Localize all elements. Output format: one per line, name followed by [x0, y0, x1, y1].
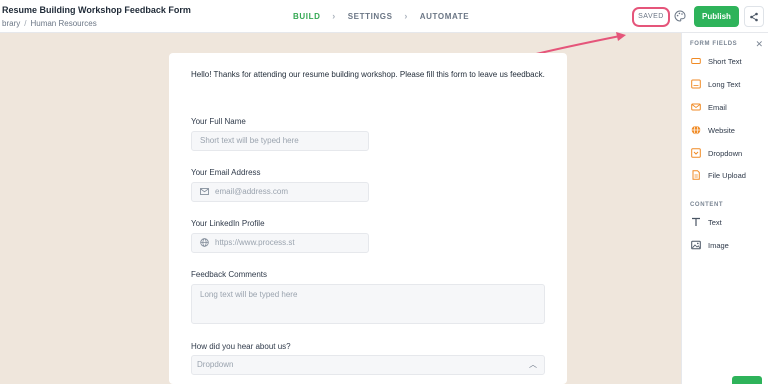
- linkedin-input[interactable]: https://www.process.st: [191, 233, 369, 253]
- workflow-steps: BUILD › SETTINGS › AUTOMATE: [293, 11, 469, 21]
- feedback-placeholder: Long text will be typed here: [200, 290, 298, 299]
- help-button[interactable]: [732, 376, 762, 384]
- full-name-input[interactable]: Short text will be typed here: [191, 131, 369, 151]
- close-icon[interactable]: ✕: [755, 39, 763, 50]
- step-settings[interactable]: SETTINGS: [348, 12, 393, 21]
- field-label-email: Your Email Address: [191, 168, 261, 177]
- breadcrumb-separator: /: [24, 19, 27, 28]
- panel-item-label: Short Text: [708, 56, 742, 66]
- panel-item-label: Text: [708, 217, 722, 227]
- panel-item-website[interactable]: Website: [691, 123, 735, 137]
- breadcrumb: brary / Human Resources: [2, 19, 97, 28]
- step-automate[interactable]: AUTOMATE: [420, 12, 469, 21]
- form-fields-heading: FORM FIELDS: [690, 41, 738, 47]
- panel-item-text[interactable]: Text: [691, 215, 722, 229]
- long-text-icon: [691, 79, 701, 89]
- panel-item-short-text[interactable]: Short Text: [691, 54, 742, 68]
- content-heading: CONTENT: [690, 202, 724, 208]
- linkedin-placeholder: https://www.process.st: [215, 238, 295, 247]
- image-icon: [691, 240, 701, 250]
- breadcrumb-library[interactable]: brary: [2, 19, 20, 28]
- panel-item-label: Image: [708, 240, 729, 250]
- hear-about-dropdown[interactable]: Dropdown ︿: [191, 355, 545, 375]
- full-name-placeholder: Short text will be typed here: [200, 136, 299, 145]
- field-label-feedback: Feedback Comments: [191, 270, 268, 279]
- panel-item-image[interactable]: Image: [691, 238, 729, 252]
- panel-item-label: Website: [708, 125, 735, 135]
- email-icon: [691, 103, 701, 111]
- saved-status-badge: SAVED: [632, 7, 670, 27]
- publish-button[interactable]: Publish: [694, 6, 739, 27]
- dropdown-icon: [691, 148, 701, 158]
- form-title: Resume Building Workshop Feedback Form: [2, 5, 191, 15]
- panel-item-label: Dropdown: [708, 148, 743, 158]
- form-intro-text: Hello! Thanks for attending our resume b…: [191, 70, 545, 79]
- fields-panel: FORM FIELDS ✕ Short Text Long Text Email…: [681, 33, 768, 384]
- feedback-textarea[interactable]: Long text will be typed here: [191, 284, 545, 324]
- globe-icon: [200, 238, 209, 248]
- panel-item-label: Long Text: [708, 79, 741, 89]
- share-icon: [750, 12, 758, 21]
- field-label-linkedin: Your LinkedIn Profile: [191, 219, 265, 228]
- email-placeholder: email@address.com: [215, 187, 289, 196]
- step-build[interactable]: BUILD: [293, 12, 320, 21]
- form-card: Hello! Thanks for attending our resume b…: [169, 53, 567, 384]
- palette-icon[interactable]: [674, 10, 686, 22]
- panel-item-long-text[interactable]: Long Text: [691, 77, 740, 91]
- top-bar: Resume Building Workshop Feedback Form b…: [0, 0, 768, 33]
- panel-item-file-upload[interactable]: File Upload: [691, 168, 746, 182]
- chevron-right-icon: ›: [404, 11, 408, 21]
- panel-item-label: File Upload: [708, 170, 746, 180]
- website-icon: [691, 125, 701, 135]
- chevron-right-icon: ›: [332, 11, 336, 21]
- panel-item-dropdown[interactable]: Dropdown: [691, 146, 742, 160]
- mail-icon: [200, 188, 209, 196]
- share-button[interactable]: [744, 6, 764, 27]
- breadcrumb-human-resources[interactable]: Human Resources: [30, 19, 96, 28]
- field-label-full-name: Your Full Name: [191, 117, 246, 126]
- panel-item-email[interactable]: Email: [691, 100, 727, 114]
- email-input[interactable]: email@address.com: [191, 182, 369, 202]
- file-upload-icon: [692, 170, 700, 180]
- field-label-hear-about: How did you hear about us?: [191, 342, 291, 351]
- chevron-up-icon: ︿: [529, 360, 537, 369]
- short-text-icon: [691, 58, 701, 64]
- dropdown-value: Dropdown: [197, 360, 234, 369]
- panel-item-label: Email: [708, 102, 727, 112]
- text-icon: [692, 217, 700, 226]
